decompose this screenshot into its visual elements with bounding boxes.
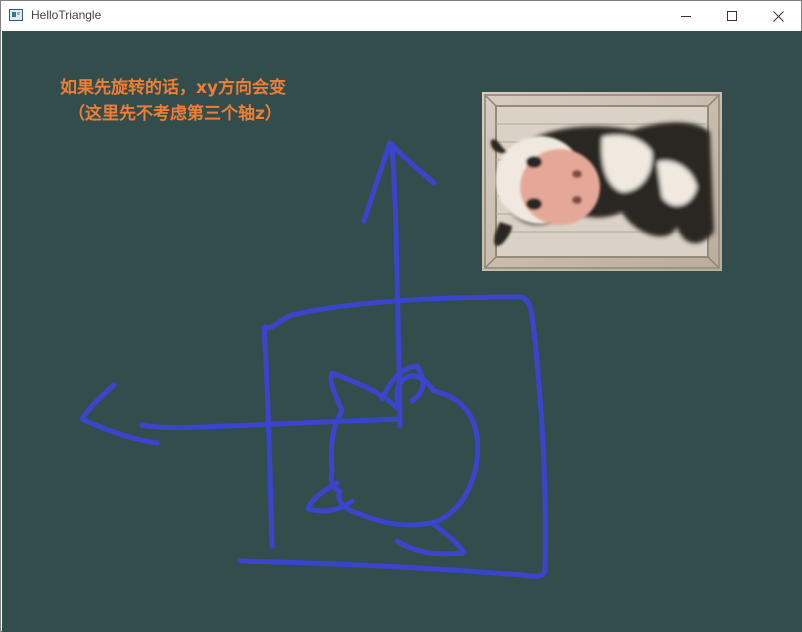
y-axis-arrow-head <box>361 140 437 224</box>
close-button[interactable] <box>755 1 801 31</box>
hand-drawn-sketch <box>79 140 548 579</box>
cow-ear-left <box>305 480 355 514</box>
close-icon <box>772 10 784 22</box>
minimize-button[interactable] <box>663 1 709 31</box>
app-icon <box>9 9 23 21</box>
minimize-icon <box>681 16 691 17</box>
maximize-icon <box>727 11 737 21</box>
x-axis-arrow-shaft <box>139 416 403 431</box>
title-bar[interactable]: HelloTriangle <box>1 1 801 31</box>
cow-horn <box>394 520 467 557</box>
crate-left-side <box>261 324 275 549</box>
app-window: HelloTriangle 如果先旋转的话，xy方向会变 （这里先不考虑第三个轴… <box>0 0 802 632</box>
opengl-viewport[interactable]: 如果先旋转的话，xy方向会变 （这里先不考虑第三个轴z） <box>2 31 802 632</box>
window-title: HelloTriangle <box>31 8 102 22</box>
crate-outline <box>237 294 548 579</box>
maximize-button[interactable] <box>709 1 755 31</box>
x-axis-arrow-head <box>79 382 160 446</box>
